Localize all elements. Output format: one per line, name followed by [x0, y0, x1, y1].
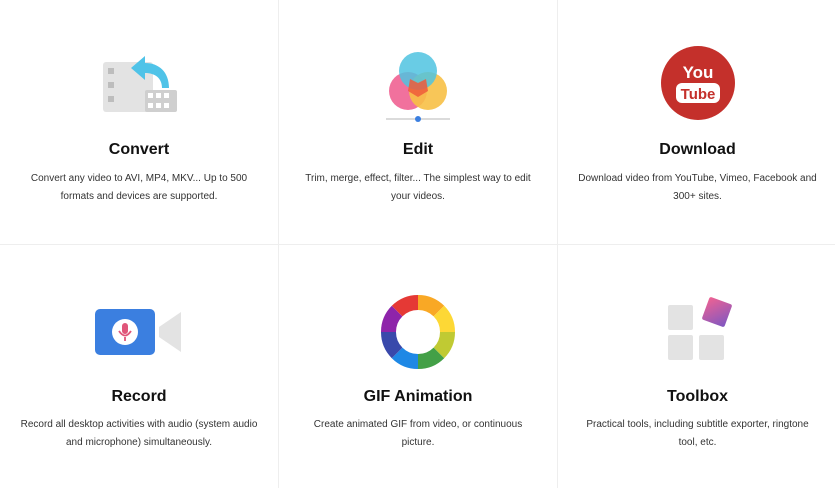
feature-edit[interactable]: Edit Trim, merge, effect, filter... The …	[279, 0, 557, 244]
feature-description: Record all desktop activities with audio…	[20, 419, 258, 448]
feature-title: Toolbox	[666, 388, 729, 405]
feature-description: Create animated GIF from video, or conti…	[313, 419, 523, 448]
record-icon	[95, 309, 181, 355]
convert-icon	[103, 56, 177, 112]
youtube-icon: You Tube	[660, 46, 735, 120]
feature-toolbox[interactable]: Toolbox Practical tools, including subti…	[558, 245, 835, 489]
feature-description: Practical tools, including subtitle expo…	[586, 419, 809, 448]
feature-title: Record	[111, 388, 167, 405]
toolbox-icon	[667, 297, 732, 360]
feature-download[interactable]: You Tube Download Download video from Yo…	[558, 0, 835, 244]
feature-title: Convert	[108, 141, 170, 158]
feature-description: Trim, merge, effect, filter... The simpl…	[305, 173, 531, 202]
edit-icon	[386, 52, 450, 122]
feature-description: Convert any video to AVI, MP4, MKV... Up…	[30, 173, 248, 202]
feature-gif-animation[interactable]: GIF Animation Create animated GIF from v…	[279, 245, 557, 489]
feature-title: GIF Animation	[363, 388, 473, 405]
feature-title: Edit	[402, 141, 434, 158]
feature-title: Download	[659, 141, 736, 158]
feature-record[interactable]: Record Record all desktop activities wit…	[0, 245, 278, 489]
youtube-logo-you: You	[682, 63, 713, 82]
feature-description: Download video from YouTube, Vimeo, Face…	[578, 173, 817, 202]
gif-animation-icon	[380, 294, 456, 370]
youtube-logo-tube: Tube	[680, 86, 715, 103]
feature-convert[interactable]: Convert Convert any video to AVI, MP4, M…	[0, 0, 278, 244]
feature-grid: Convert Convert any video to AVI, MP4, M…	[0, 0, 835, 489]
